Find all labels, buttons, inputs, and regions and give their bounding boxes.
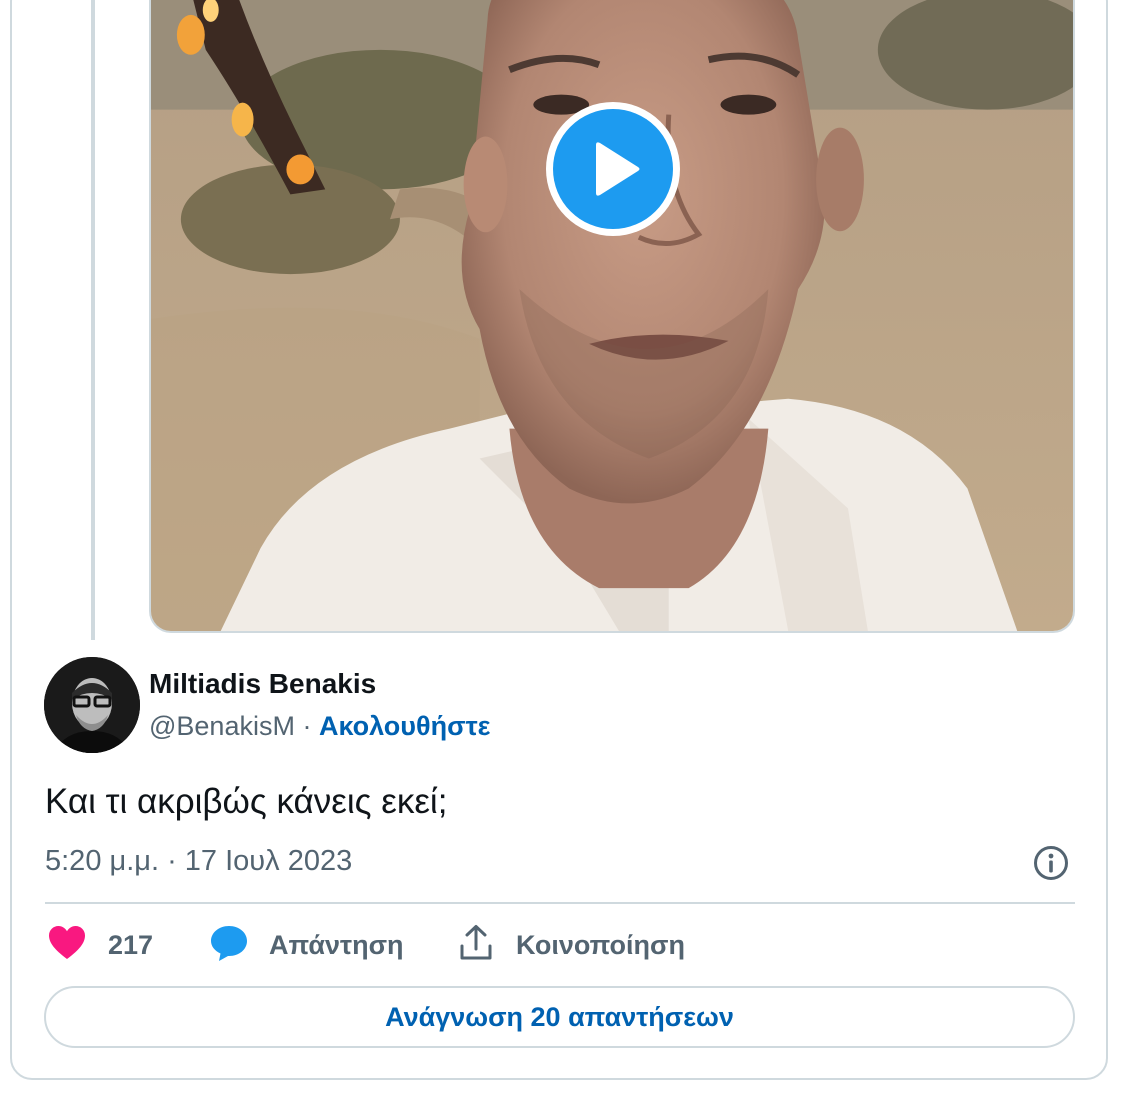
follow-link[interactable]: Ακολουθήστε xyxy=(319,711,490,741)
speech-bubble-icon xyxy=(209,924,249,967)
video-frame-image xyxy=(151,0,1073,631)
reply-button[interactable]: Απάντηση xyxy=(209,920,404,970)
author-avatar[interactable] xyxy=(44,657,140,753)
play-icon xyxy=(553,109,673,229)
info-icon[interactable] xyxy=(1033,845,1069,881)
play-button[interactable] xyxy=(546,102,680,236)
like-count: 217 xyxy=(108,929,154,960)
read-replies-label: Ανάγνωση 20 απαντήσεων xyxy=(385,1001,734,1032)
share-button[interactable]: Κοινοποίηση xyxy=(458,920,685,970)
upload-icon xyxy=(458,924,494,967)
tweet-timestamp[interactable]: 5:20 μ.μ. · 17 Ιουλ 2023 xyxy=(45,845,352,878)
tweet-text: Και τι ακριβώς κάνεις εκεί; xyxy=(45,782,448,821)
author-name[interactable]: Miltiadis Benakis xyxy=(149,668,376,700)
share-label: Κοινοποίηση xyxy=(516,929,686,960)
like-button[interactable]: 217 xyxy=(47,920,153,970)
author-handle[interactable]: @BenakisM xyxy=(149,711,295,741)
divider xyxy=(45,902,1075,904)
handle-separator: · xyxy=(294,711,319,741)
author-handle-row: @BenakisM · Ακολουθήστε xyxy=(149,711,490,742)
read-replies-button[interactable]: Ανάγνωση 20 απαντήσεων xyxy=(44,986,1075,1048)
video-thumbnail[interactable] xyxy=(149,0,1075,633)
reply-label: Απάντηση xyxy=(269,929,404,960)
heart-icon xyxy=(47,925,87,966)
tweet-actions: 217 Απάντηση Κοινοποίηση xyxy=(45,920,1075,970)
thread-connector-line xyxy=(91,0,95,640)
